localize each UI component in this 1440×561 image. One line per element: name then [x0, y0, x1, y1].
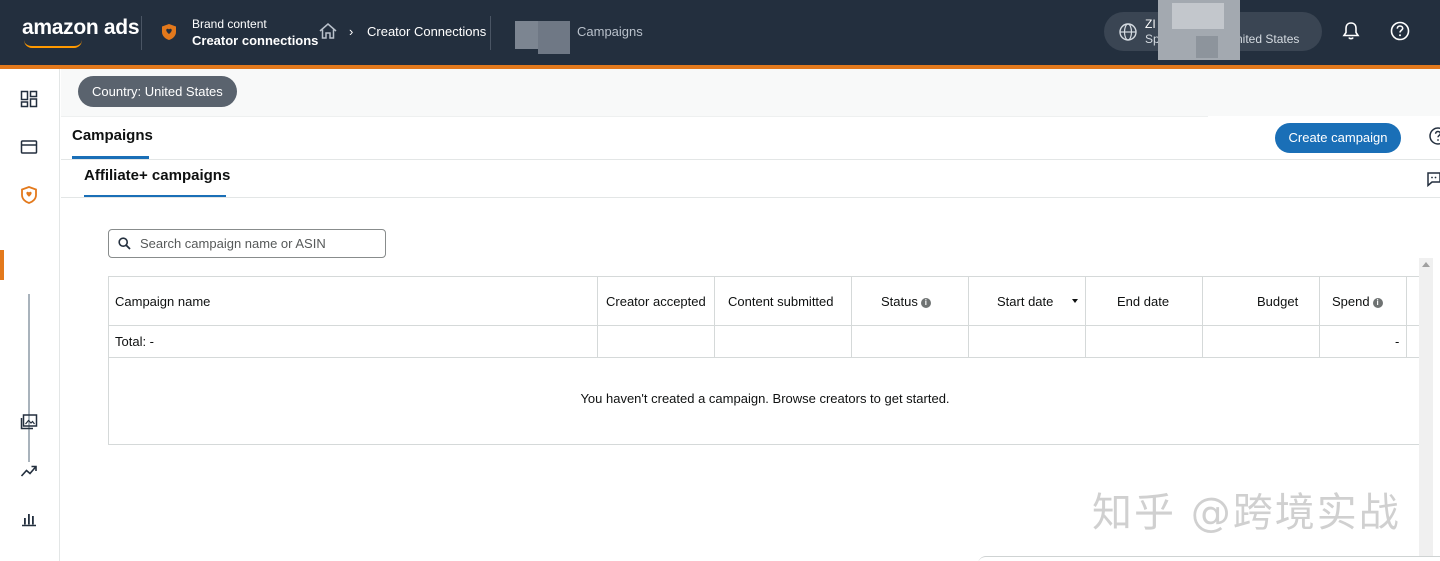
column-header-campaign-name[interactable]: Campaign name [115, 277, 210, 326]
redacted-block [1196, 36, 1218, 58]
creator-connections-label: Creator connections [192, 33, 319, 48]
brand-content-label: Brand content [192, 17, 267, 31]
vertical-scrollbar[interactable] [1419, 258, 1433, 561]
brand-content-shield-icon[interactable] [19, 185, 39, 205]
nav-submenu-line [28, 294, 30, 462]
notifications-bell-icon[interactable] [1340, 20, 1362, 42]
top-navigation-bar: amazon ads Brand content Creator connect… [0, 0, 1440, 65]
tab-affiliate-campaigns[interactable]: Affiliate+ campaigns [84, 167, 230, 184]
account-marketplace: nited States [1236, 32, 1300, 46]
trending-icon[interactable] [19, 461, 39, 481]
country-selector[interactable]: Country: United States [78, 76, 237, 107]
column-header-content-submitted[interactable]: Content submitted [728, 277, 834, 326]
table-header: Campaign name Creator accepted Content s… [109, 277, 1419, 326]
redacted-block [1172, 3, 1224, 29]
column-header-spend[interactable]: Spend i [1332, 277, 1383, 326]
column-header-end-date[interactable]: End date [1117, 277, 1169, 326]
divider [61, 159, 1440, 160]
left-navigation [0, 69, 60, 561]
amazon-ads-logo[interactable]: amazon ads [22, 16, 140, 40]
breadcrumb-creator-connections[interactable]: Creator Connections [367, 24, 486, 39]
logo-smile-icon [24, 40, 82, 48]
dashboard-icon[interactable] [19, 89, 39, 109]
home-icon[interactable] [318, 22, 338, 40]
column-header-status[interactable]: Status i [881, 277, 931, 326]
empty-state-message: You haven't created a campaign. Browse c… [580, 391, 950, 406]
help-icon[interactable] [1389, 20, 1411, 42]
status-header-label: Status [881, 294, 918, 309]
column-header-creator-accepted[interactable]: Creator accepted [606, 277, 706, 326]
scroll-up-arrow-icon[interactable] [1422, 262, 1430, 267]
column-header-budget[interactable]: Budget [1257, 277, 1298, 326]
total-label: Total: - [115, 334, 155, 349]
country-filter-area [61, 69, 1440, 116]
feedback-chat-icon[interactable] [1426, 170, 1440, 188]
reports-chart-icon[interactable] [19, 509, 39, 529]
active-nav-indicator [0, 250, 4, 280]
table-total-row: Total: - - [109, 326, 1419, 358]
divider [141, 16, 142, 50]
tab-campaigns[interactable]: Campaigns [72, 127, 153, 144]
info-icon[interactable]: i [1372, 298, 1383, 308]
redacted-block [538, 21, 570, 54]
watermark-text: 知乎 @跨境实战 [1092, 490, 1401, 536]
breadcrumb-campaigns[interactable]: Campaigns [577, 24, 643, 39]
divider [61, 197, 1440, 198]
total-spend: - [1395, 334, 1400, 349]
search-icon [118, 237, 131, 250]
sort-descending-icon[interactable] [1072, 299, 1078, 303]
create-campaign-button[interactable]: Create campaign [1275, 123, 1401, 153]
media-library-icon[interactable] [19, 412, 39, 432]
campaign-manager-icon[interactable] [19, 137, 39, 157]
campaigns-table: Campaign name Creator accepted Content s… [108, 276, 1420, 445]
breadcrumb-chevron-icon: › [349, 24, 354, 39]
column-header-start-date[interactable]: Start date [997, 277, 1053, 326]
divider [61, 116, 1208, 117]
globe-icon [1119, 23, 1137, 41]
search-input[interactable] [108, 229, 386, 258]
brand-content-shield-icon [162, 24, 176, 40]
divider [490, 16, 491, 50]
spend-header-label: Spend [1332, 294, 1370, 309]
account-name: ZI [1145, 17, 1156, 31]
bottom-panel-edge [978, 556, 1440, 561]
help-icon[interactable] [1428, 126, 1440, 146]
info-icon[interactable]: i [920, 298, 931, 308]
